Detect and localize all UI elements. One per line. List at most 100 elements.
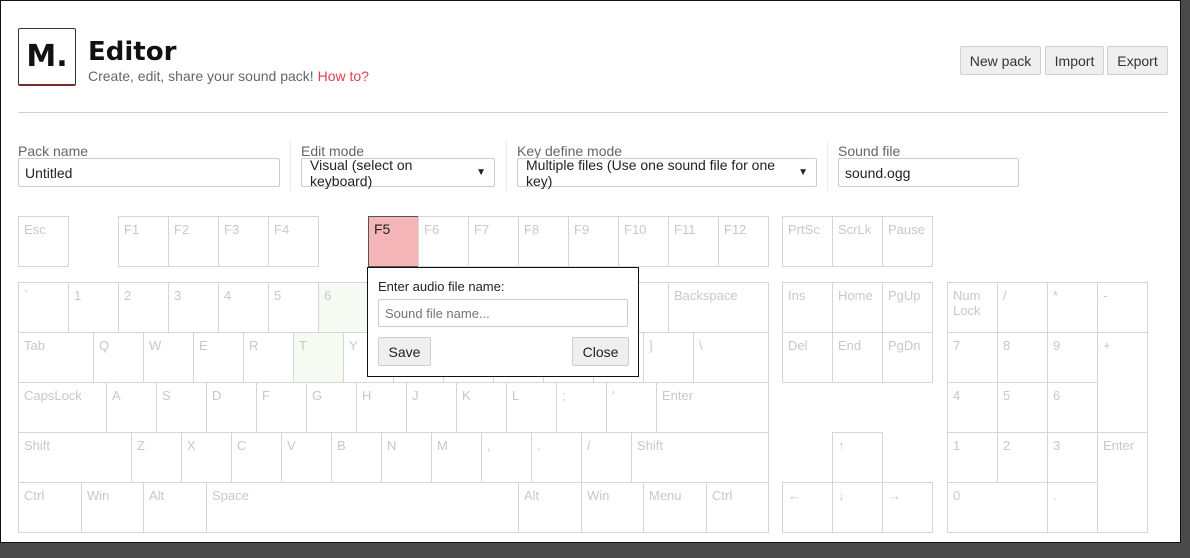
key-end[interactable]: End bbox=[832, 332, 883, 383]
key-prtsc[interactable]: PrtSc bbox=[782, 216, 833, 267]
key-backtick[interactable]: ` bbox=[18, 282, 69, 333]
how-to-link[interactable]: How to? bbox=[318, 68, 369, 84]
key-a[interactable]: A bbox=[106, 382, 157, 433]
key-f7[interactable]: F7 bbox=[468, 216, 519, 267]
key-left[interactable]: ← bbox=[782, 482, 833, 533]
key-b[interactable]: B bbox=[331, 432, 382, 483]
key-num-divide[interactable]: / bbox=[997, 282, 1048, 333]
key-f9[interactable]: F9 bbox=[568, 216, 619, 267]
key-5[interactable]: 5 bbox=[268, 282, 319, 333]
key-s[interactable]: S bbox=[156, 382, 207, 433]
key-v[interactable]: V bbox=[281, 432, 332, 483]
save-button[interactable]: Save bbox=[378, 337, 431, 366]
key-capslock[interactable]: CapsLock bbox=[18, 382, 107, 433]
key-ins[interactable]: Ins bbox=[782, 282, 833, 333]
key-lalt[interactable]: Alt bbox=[143, 482, 207, 533]
key-tab[interactable]: Tab bbox=[18, 332, 94, 383]
key-f6[interactable]: F6 bbox=[418, 216, 469, 267]
key-num2[interactable]: 2 bbox=[997, 432, 1048, 483]
key-4[interactable]: 4 bbox=[218, 282, 269, 333]
key-pause[interactable]: Pause bbox=[882, 216, 933, 267]
key-f12[interactable]: F12 bbox=[718, 216, 769, 267]
key-f11[interactable]: F11 bbox=[668, 216, 719, 267]
key-num-enter[interactable]: Enter bbox=[1097, 432, 1148, 533]
key-rbracket[interactable]: ] bbox=[643, 332, 694, 383]
close-button[interactable]: Close bbox=[572, 337, 629, 366]
key-backslash[interactable]: \ bbox=[693, 332, 769, 383]
key-f10[interactable]: F10 bbox=[618, 216, 669, 267]
key-right[interactable]: → bbox=[882, 482, 933, 533]
key-ralt[interactable]: Alt bbox=[518, 482, 582, 533]
key-k[interactable]: K bbox=[456, 382, 507, 433]
sound-file-input[interactable]: sound.ogg bbox=[838, 158, 1019, 187]
import-button[interactable]: Import bbox=[1045, 46, 1104, 75]
key-num0[interactable]: 0 bbox=[947, 482, 1048, 533]
pack-name-input[interactable]: Untitled bbox=[18, 158, 280, 187]
key-3[interactable]: 3 bbox=[168, 282, 219, 333]
key-num5[interactable]: 5 bbox=[997, 382, 1048, 433]
sound-file-name-input[interactable] bbox=[378, 299, 628, 327]
key-1[interactable]: 1 bbox=[68, 282, 119, 333]
key-f5[interactable]: F5 bbox=[368, 216, 419, 267]
key-q[interactable]: Q bbox=[93, 332, 144, 383]
key-2[interactable]: 2 bbox=[118, 282, 169, 333]
key-del[interactable]: Del bbox=[782, 332, 833, 383]
key-num-decimal[interactable]: . bbox=[1047, 482, 1098, 533]
key-f1[interactable]: F1 bbox=[118, 216, 169, 267]
key-num8[interactable]: 8 bbox=[997, 332, 1048, 383]
key-rshift[interactable]: Shift bbox=[631, 432, 769, 483]
key-period[interactable]: . bbox=[531, 432, 582, 483]
key-num6[interactable]: 6 bbox=[1047, 382, 1098, 433]
key-pgup[interactable]: PgUp bbox=[882, 282, 933, 333]
key-rwin[interactable]: Win bbox=[581, 482, 644, 533]
new-pack-button[interactable]: New pack bbox=[960, 46, 1041, 75]
key-d[interactable]: D bbox=[206, 382, 257, 433]
key-num-multiply[interactable]: * bbox=[1047, 282, 1098, 333]
key-lshift[interactable]: Shift bbox=[18, 432, 132, 483]
key-slash[interactable]: / bbox=[581, 432, 632, 483]
key-scrlk[interactable]: ScrLk bbox=[832, 216, 883, 267]
key-pgdn[interactable]: PgDn bbox=[882, 332, 933, 383]
key-home[interactable]: Home bbox=[832, 282, 883, 333]
key-l[interactable]: L bbox=[506, 382, 557, 433]
export-button[interactable]: Export bbox=[1107, 46, 1168, 75]
key-w[interactable]: W bbox=[143, 332, 194, 383]
key-num9[interactable]: 9 bbox=[1047, 332, 1098, 383]
key-num4[interactable]: 4 bbox=[947, 382, 998, 433]
key-semicolon[interactable]: ; bbox=[556, 382, 607, 433]
key-f8[interactable]: F8 bbox=[518, 216, 569, 267]
key-f3[interactable]: F3 bbox=[218, 216, 269, 267]
key-num3[interactable]: 3 bbox=[1047, 432, 1098, 483]
key-num-minus[interactable]: - bbox=[1097, 282, 1148, 333]
key-numlock[interactable]: Num Lock bbox=[947, 282, 998, 333]
key-f[interactable]: F bbox=[256, 382, 307, 433]
key-z[interactable]: Z bbox=[131, 432, 182, 483]
key-space[interactable]: Space bbox=[206, 482, 519, 533]
key-j[interactable]: J bbox=[406, 382, 457, 433]
key-lwin[interactable]: Win bbox=[81, 482, 144, 533]
key-6[interactable]: 6 bbox=[318, 282, 369, 333]
key-num7[interactable]: 7 bbox=[947, 332, 998, 383]
key-rctrl[interactable]: Ctrl bbox=[706, 482, 769, 533]
key-c[interactable]: C bbox=[231, 432, 282, 483]
key-comma[interactable]: , bbox=[481, 432, 532, 483]
key-num-plus[interactable]: + bbox=[1097, 332, 1148, 433]
key-down[interactable]: ↓ bbox=[832, 482, 883, 533]
key-f2[interactable]: F2 bbox=[168, 216, 219, 267]
key-m[interactable]: M bbox=[431, 432, 482, 483]
key-t[interactable]: T bbox=[293, 332, 344, 383]
key-n[interactable]: N bbox=[381, 432, 432, 483]
key-h[interactable]: H bbox=[356, 382, 407, 433]
key-num1[interactable]: 1 bbox=[947, 432, 998, 483]
key-e[interactable]: E bbox=[193, 332, 244, 383]
key-r[interactable]: R bbox=[243, 332, 294, 383]
key-quote[interactable]: ' bbox=[606, 382, 657, 433]
key-menu[interactable]: Menu bbox=[643, 482, 707, 533]
key-esc[interactable]: Esc bbox=[18, 216, 69, 267]
key-define-mode-select[interactable]: Multiple files (Use one sound file for o… bbox=[517, 157, 817, 189]
key-lctrl[interactable]: Ctrl bbox=[18, 482, 82, 533]
key-enter[interactable]: Enter bbox=[656, 382, 769, 433]
key-f4[interactable]: F4 bbox=[268, 216, 319, 267]
key-g[interactable]: G bbox=[306, 382, 357, 433]
key-up[interactable]: ↑ bbox=[832, 432, 883, 483]
